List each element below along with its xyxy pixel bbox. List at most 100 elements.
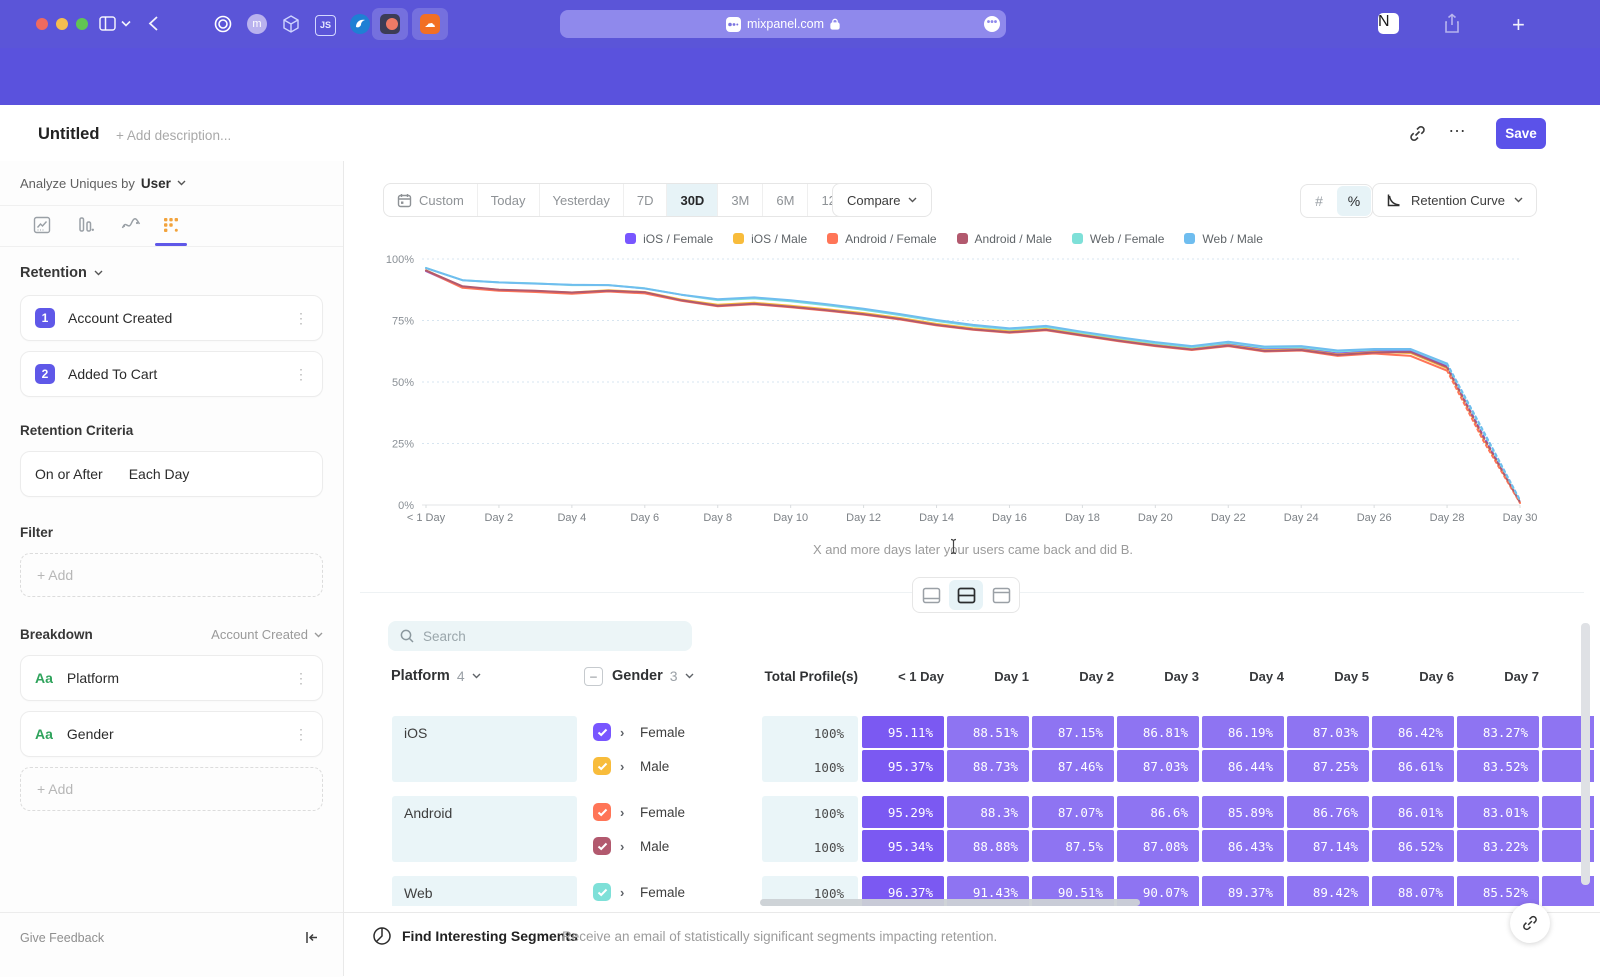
legend-item-ios-male[interactable]: iOS / Male — [733, 232, 807, 246]
retention-value-cell[interactable]: 85.52% — [1457, 876, 1539, 906]
legend-item-web-male[interactable]: Web / Male — [1184, 232, 1262, 246]
retention-table-body[interactable]: iOS›Female100%95.11%88.51%87.15%86.81%86… — [344, 711, 1594, 906]
gender-column-header[interactable]: Gender 3 — [612, 668, 694, 684]
retention-value-cell[interactable]: 86.44% — [1202, 750, 1284, 782]
analyze-value[interactable]: User — [141, 176, 171, 191]
retention-value-cell[interactable]: 95.29% — [862, 796, 944, 828]
date-range-7d[interactable]: 7D — [624, 184, 668, 216]
day-column-header[interactable]: Day 3 — [1117, 669, 1199, 684]
share-icon[interactable] — [1443, 13, 1461, 34]
row-expand-chevron-icon[interactable]: › — [620, 759, 624, 774]
retention-value-cell[interactable]: 87.5% — [1032, 830, 1114, 862]
retention-value-cell[interactable]: 89.37% — [1202, 876, 1284, 906]
breakdown-item-platform[interactable]: AaPlatform⋮ — [20, 655, 323, 701]
ext-icon-ring[interactable] — [213, 14, 233, 34]
give-feedback-link[interactable]: Give Feedback — [20, 931, 104, 945]
retention-value-cell[interactable]: 86.6% — [1117, 796, 1199, 828]
url-more-icon[interactable]: ••• — [984, 16, 1000, 32]
row-expand-chevron-icon[interactable]: › — [620, 885, 624, 900]
day-column-header[interactable]: < 1 Day — [862, 669, 944, 684]
table-search-input[interactable]: Search — [388, 621, 692, 651]
copy-link-icon[interactable] — [1408, 124, 1427, 143]
window-zoom-button[interactable] — [76, 18, 88, 30]
collapse-sidebar-icon[interactable] — [303, 929, 320, 946]
legend-item-web-female[interactable]: Web / Female — [1072, 232, 1164, 246]
gender-checkbox-female[interactable] — [593, 723, 611, 741]
step-more-icon[interactable]: ⋮ — [294, 310, 308, 327]
retention-value-cell[interactable]: 83.27% — [1457, 716, 1539, 748]
date-range-30d[interactable]: 30D — [667, 184, 718, 216]
legend-item-ios-female[interactable]: iOS / Female — [625, 232, 713, 246]
tab-retention-active[interactable] — [161, 215, 181, 235]
retention-value-cell[interactable]: 87.15% — [1032, 716, 1114, 748]
url-bar[interactable]: mixpanel.com ••• — [560, 10, 1006, 38]
chart-type-selector[interactable]: Retention Curve — [1372, 183, 1537, 217]
retention-value-cell[interactable]: 86.81% — [1117, 716, 1199, 748]
retention-value-cell[interactable]: 89.42% — [1287, 876, 1369, 906]
ext-icon-cube[interactable] — [281, 14, 301, 34]
compare-button[interactable]: Compare — [832, 183, 932, 217]
retention-value-cell[interactable]: 88.73% — [947, 750, 1029, 782]
breakdown-more-icon[interactable]: ⋮ — [294, 670, 308, 687]
retention-value-cell[interactable]: 88.07% — [1372, 876, 1454, 906]
unit-percent-button[interactable]: % — [1337, 186, 1371, 216]
breakdown-item-gender[interactable]: AaGender⋮ — [20, 711, 323, 757]
criteria-operator[interactable]: On or After — [35, 466, 103, 482]
retention-value-cell[interactable]: 86.42% — [1372, 716, 1454, 748]
row-expand-chevron-icon[interactable]: › — [620, 839, 624, 854]
window-minimize-button[interactable] — [56, 18, 68, 30]
legend-item-android-female[interactable]: Android / Female — [827, 232, 936, 246]
ext-icon-soundcloud[interactable]: ☁ — [412, 8, 448, 40]
platform-cell[interactable]: Android — [392, 796, 577, 862]
date-range-custom[interactable]: Custom — [384, 184, 478, 216]
breakdown-event-selector[interactable]: Account Created — [211, 627, 323, 642]
row-expand-chevron-icon[interactable]: › — [620, 725, 624, 740]
browser-sidebar-icon[interactable] — [98, 14, 117, 33]
layout-table-only-button[interactable] — [984, 580, 1018, 610]
new-tab-icon[interactable]: + — [1512, 12, 1525, 38]
retention-value-cell[interactable]: 86.76% — [1287, 796, 1369, 828]
gender-checkbox-male[interactable] — [593, 837, 611, 855]
retention-line-chart[interactable]: 0%25%50%75%100%< 1 DayDay 2Day 4Day 6Day… — [344, 245, 1544, 537]
total-column-header[interactable]: Total Profile(s) — [762, 669, 858, 684]
retention-value-cell[interactable]: 86.43% — [1202, 830, 1284, 862]
retention-value-cell[interactable]: 83.22% — [1457, 830, 1539, 862]
notion-extension-icon[interactable]: N — [1378, 13, 1399, 34]
date-range-3m[interactable]: 3M — [718, 184, 763, 216]
breakdown-more-icon[interactable]: ⋮ — [294, 726, 308, 743]
platform-column-header[interactable]: Platform 4 — [391, 668, 481, 684]
date-range-yesterday[interactable]: Yesterday — [540, 184, 624, 216]
layout-split-button[interactable] — [949, 580, 983, 610]
gender-checkbox-female[interactable] — [593, 883, 611, 901]
retention-value-cell[interactable]: 87.03% — [1287, 716, 1369, 748]
retention-value-cell[interactable]: 95.37% — [862, 750, 944, 782]
tab-insights[interactable] — [32, 215, 52, 235]
day-column-header[interactable]: Day 4 — [1202, 669, 1284, 684]
tab-funnels[interactable] — [76, 215, 96, 235]
retention-value-cell[interactable]: 88.88% — [947, 830, 1029, 862]
interesting-segments-title[interactable]: Find Interesting Segments — [402, 928, 578, 944]
day-column-header[interactable]: Day 2 — [1032, 669, 1114, 684]
retention-value-cell[interactable]: 87.14% — [1287, 830, 1369, 862]
day-column-header[interactable]: Day 7 — [1457, 669, 1539, 684]
share-link-fab[interactable] — [1510, 903, 1550, 943]
tab-flows[interactable] — [120, 215, 142, 235]
vertical-scrollbar[interactable] — [1581, 623, 1590, 885]
retention-section-label[interactable]: Retention — [20, 265, 87, 281]
report-description-placeholder[interactable]: + Add description... — [116, 128, 231, 143]
retention-value-cell[interactable]: 86.52% — [1372, 830, 1454, 862]
retention-value-cell[interactable]: 87.03% — [1117, 750, 1199, 782]
retention-value-cell[interactable]: 86.61% — [1372, 750, 1454, 782]
retention-value-cell[interactable]: 88.3% — [947, 796, 1029, 828]
horizontal-scrollbar[interactable] — [760, 899, 1140, 906]
retention-step-2[interactable]: 2Added To Cart⋮ — [20, 351, 323, 397]
ext-icon-js[interactable]: JS — [315, 15, 336, 36]
gender-checkbox-male[interactable] — [593, 757, 611, 775]
filter-add-button[interactable]: + Add — [20, 553, 323, 597]
retention-value-cell[interactable]: 87.08% — [1117, 830, 1199, 862]
retention-value-cell[interactable]: 86.19% — [1202, 716, 1284, 748]
breakdown-add-button[interactable]: + Add — [20, 767, 323, 811]
gender-select-all-checkbox[interactable]: – — [584, 667, 603, 686]
row-expand-chevron-icon[interactable]: › — [620, 805, 624, 820]
report-title[interactable]: Untitled — [38, 125, 99, 144]
